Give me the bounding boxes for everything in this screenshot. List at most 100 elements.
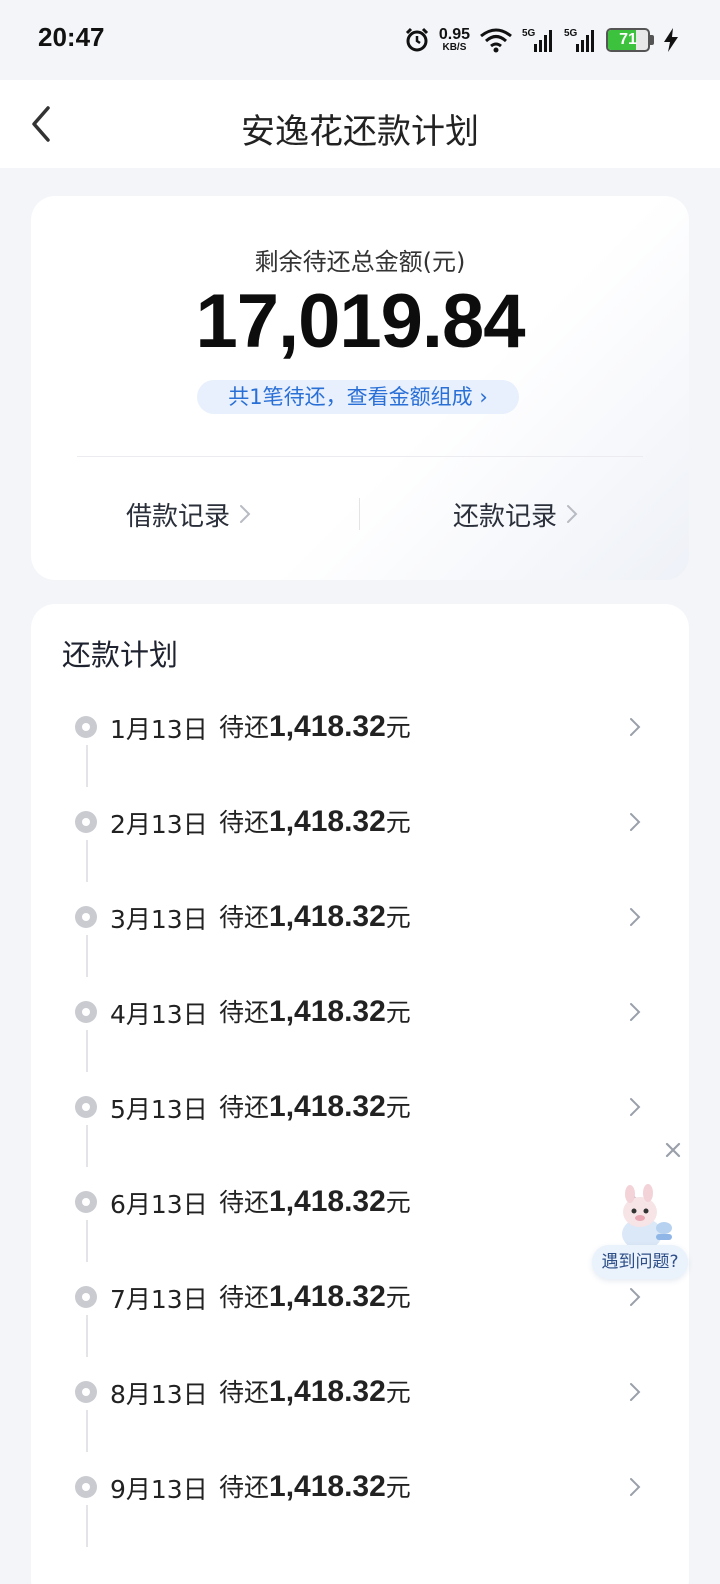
timeline-connector (86, 840, 88, 882)
status-time: 20:47 (38, 22, 105, 52)
status-bar: 20:47 0.95 KB/S 5G 5G 71 (0, 0, 720, 80)
plan-row[interactable]: 4月13日 待还1,418.32元 (31, 983, 689, 1072)
row-amount-unit: 元 (385, 1188, 411, 1217)
row-amount-prefix: 待还 (219, 1378, 270, 1407)
row-amount-value: 1,418.32 (269, 1375, 386, 1408)
row-amount-unit: 元 (385, 903, 411, 932)
row-amount-value: 1,418.32 (269, 1185, 386, 1218)
plan-row[interactable]: 1月13日 待还1,418.32元 (31, 698, 689, 787)
chevron-right-icon (630, 1478, 641, 1496)
row-amount: 待还1,418.32元 (219, 1088, 411, 1124)
plan-row[interactable]: 7月13日 待还1,418.32元 (31, 1268, 689, 1357)
timeline-connector (86, 1410, 88, 1452)
charging-bolt-icon (664, 28, 678, 52)
timeline-dot (75, 1191, 97, 1213)
signal-label-1: 5G (522, 28, 536, 39)
borrow-records-button[interactable]: 借款记录 (126, 494, 252, 534)
timeline-dot (75, 1096, 97, 1118)
plan-row[interactable]: 9月13日 待还1,418.32元 (31, 1458, 689, 1547)
row-amount-unit: 元 (385, 998, 411, 1027)
chevron-right-icon (240, 505, 251, 523)
timeline-connector (86, 745, 88, 787)
mascot-icon[interactable] (606, 1182, 680, 1254)
chevron-right-icon (630, 908, 641, 926)
row-date: 9月13日 (110, 1475, 208, 1504)
wifi-icon (480, 28, 512, 53)
row-amount-unit: 元 (385, 1093, 411, 1122)
row-amount-prefix: 待还 (219, 713, 270, 742)
records-divider (359, 498, 360, 530)
cellular-signal-icon-1: 5G (522, 28, 552, 52)
plan-row[interactable]: 2月13日 待还1,418.32元 (31, 793, 689, 882)
row-amount-prefix: 待还 (219, 1283, 270, 1312)
row-amount-prefix: 待还 (219, 1093, 270, 1122)
plan-row[interactable]: 5月13日 待还1,418.32元 (31, 1078, 689, 1167)
row-amount: 待还1,418.32元 (219, 898, 411, 934)
row-date: 5月13日 (110, 1095, 208, 1124)
signal-label-2: 5G (564, 28, 578, 39)
row-date: 8月13日 (110, 1380, 208, 1409)
summary-card: 剩余待还总金额(元) 17,019.84 共1笔待还，查看金额组成 › 借款记录… (31, 196, 689, 580)
remaining-total-amount: 17,019.84 (195, 279, 525, 364)
row-amount-unit: 元 (385, 713, 411, 742)
amount-breakdown-link[interactable]: 共1笔待还，查看金额组成 › (197, 380, 519, 414)
remaining-total-label: 剩余待还总金额(元) (254, 248, 466, 276)
row-amount: 待还1,418.32元 (219, 1278, 411, 1314)
row-amount-unit: 元 (385, 1473, 411, 1502)
row-amount-value: 1,418.32 (269, 1470, 386, 1503)
row-amount-prefix: 待还 (219, 808, 270, 837)
chevron-right-icon (630, 1098, 641, 1116)
battery-level: 71 (619, 31, 637, 48)
timeline-connector (86, 1220, 88, 1262)
plan-row[interactable]: 3月13日 待还1,418.32元 (31, 888, 689, 977)
page-title: 安逸花还款计划 (241, 112, 479, 152)
row-amount: 待还1,418.32元 (219, 1373, 411, 1409)
timeline-dot (75, 811, 97, 833)
row-date: 4月13日 (110, 1000, 208, 1029)
row-amount-prefix: 待还 (219, 903, 270, 932)
chevron-right-icon (630, 1383, 641, 1401)
summary-divider (77, 456, 643, 457)
row-amount: 待还1,418.32元 (219, 803, 411, 839)
battery-indicator: 71 (606, 28, 650, 52)
plan-row[interactable]: 6月13日 待还1,418.32元 (31, 1173, 689, 1262)
row-date: 6月13日 (110, 1190, 208, 1219)
timeline-dot (75, 1381, 97, 1403)
row-date: 7月13日 (110, 1285, 208, 1314)
timeline-connector (86, 1030, 88, 1072)
timeline-connector (86, 1315, 88, 1357)
timeline-connector (86, 1505, 88, 1547)
row-amount-unit: 元 (385, 808, 411, 837)
help-button[interactable]: 遇到问题? (592, 1245, 688, 1279)
close-icon[interactable] (662, 1139, 684, 1161)
timeline-dot (75, 1476, 97, 1498)
row-amount-unit: 元 (385, 1378, 411, 1407)
row-date: 1月13日 (110, 715, 208, 744)
battery-cap (650, 35, 654, 45)
row-amount-value: 1,418.32 (269, 805, 386, 838)
nav-bar: 安逸花还款计划 (0, 80, 720, 168)
row-date: 3月13日 (110, 905, 208, 934)
plan-row[interactable]: 8月13日 待还1,418.32元 (31, 1363, 689, 1452)
chevron-right-icon (630, 1003, 641, 1021)
network-speed-unit: KB/S (442, 42, 467, 53)
timeline-connector (86, 1125, 88, 1167)
row-amount-prefix: 待还 (219, 1473, 270, 1502)
chevron-right-icon (567, 505, 578, 523)
row-amount: 待还1,418.32元 (219, 708, 411, 744)
row-amount: 待还1,418.32元 (219, 993, 411, 1029)
repay-records-button[interactable]: 还款记录 (453, 494, 579, 534)
chevron-right-icon (630, 718, 641, 736)
row-amount: 待还1,418.32元 (219, 1183, 411, 1219)
row-amount: 待还1,418.32元 (219, 1468, 411, 1504)
chevron-right-icon (630, 1288, 641, 1306)
timeline-connector (86, 935, 88, 977)
row-amount-value: 1,418.32 (269, 995, 386, 1028)
network-speed-value: 0.95 (438, 26, 470, 43)
chevron-right-icon (630, 813, 641, 831)
timeline-dot (75, 1001, 97, 1023)
plan-title: 还款计划 (62, 638, 179, 672)
borrow-records-label: 借款记录 (126, 501, 231, 532)
alarm-icon (405, 27, 428, 52)
timeline-dot (75, 716, 97, 738)
